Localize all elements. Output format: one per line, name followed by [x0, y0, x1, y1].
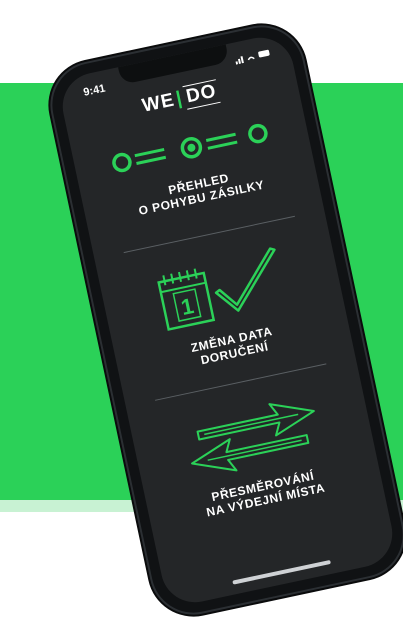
status-time: 9:41	[82, 82, 107, 99]
signal-wifi-battery-icon	[235, 49, 270, 65]
section-tracking-overview: PŘEHLED O POHYBU ZÁSILKY	[73, 112, 317, 229]
status-icons	[234, 47, 272, 67]
checkmark-icon	[214, 247, 276, 312]
section-change-delivery-date: 1 ZMĚNA DATA DORUČENÍ	[99, 232, 351, 385]
calendar-day: 1	[178, 293, 195, 320]
calendar-icon: 1	[156, 268, 215, 332]
section-redirect-pickup: PŘESMĚROVÁNÍ NA VÝDEJNÍ MÍSTA	[130, 379, 382, 532]
logo-do: DO	[182, 79, 221, 110]
logo-we: WE	[140, 89, 177, 117]
